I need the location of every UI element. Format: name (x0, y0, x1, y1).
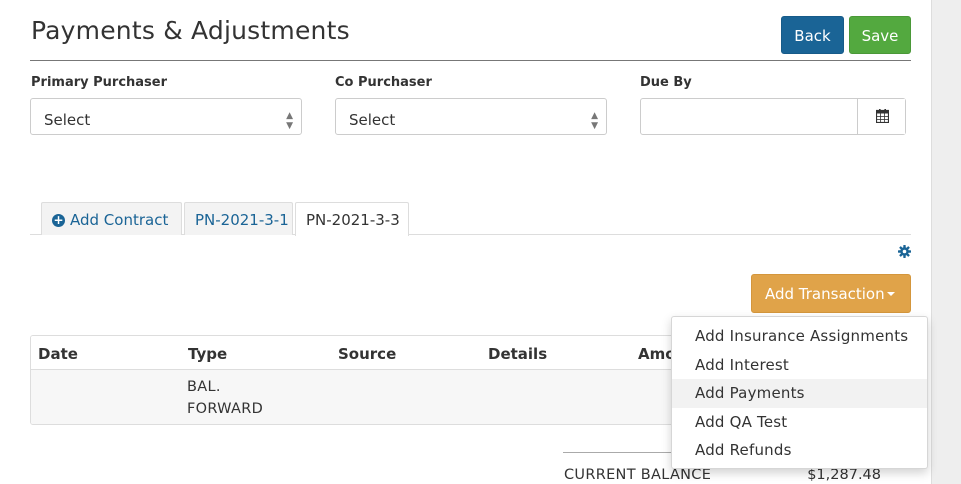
co-purchaser-value: Select (349, 111, 396, 129)
plus-circle-icon: + (52, 213, 65, 227)
primary-purchaser-label: Primary Purchaser (31, 75, 168, 90)
add-transaction-button[interactable]: Add Transaction (751, 274, 911, 313)
main-panel: Payments & Adjustments Back Save Primary… (0, 0, 932, 484)
tab-label: PN-2021-3-1 (195, 211, 289, 229)
tab-label: Add Contract (70, 211, 169, 229)
add-transaction-menu: Add Insurance Assignments Add Interest A… (671, 316, 928, 469)
column-header-details[interactable]: Details (488, 345, 547, 363)
table-header: Date Type Source Details Amo (31, 336, 729, 370)
back-button[interactable]: Back (781, 16, 844, 54)
tab-label: PN-2021-3-3 (306, 211, 400, 229)
transactions-table: Date Type Source Details Amo BAL. FORWAR… (30, 335, 730, 425)
table-row: BAL. FORWARD (31, 370, 729, 424)
title-divider (30, 60, 911, 61)
save-button[interactable]: Save (849, 16, 911, 54)
select-caret-icon: ▲ ▼ (286, 111, 293, 131)
column-header-type[interactable]: Type (188, 345, 227, 363)
menu-item-add-payments[interactable]: Add Payments (672, 379, 927, 408)
column-header-date[interactable]: Date (38, 345, 78, 363)
co-purchaser-label: Co Purchaser (335, 75, 432, 90)
type-cell: BAL. FORWARD (187, 376, 263, 420)
current-balance-value: $1,287.48 (807, 467, 881, 483)
page-title: Payments & Adjustments (31, 16, 350, 45)
type-line-1: BAL. (187, 379, 221, 395)
menu-item-add-interest[interactable]: Add Interest (672, 351, 927, 380)
gear-icon[interactable] (898, 245, 911, 258)
tab-pn-2021-3-1[interactable]: PN-2021-3-1 (184, 202, 293, 235)
column-header-amount[interactable]: Amo (638, 345, 676, 363)
current-balance-label: CURRENT BALANCE (564, 467, 712, 483)
primary-purchaser-select[interactable]: Select ▲ ▼ (30, 98, 302, 135)
primary-purchaser-value: Select (44, 111, 91, 129)
co-purchaser-select[interactable]: Select ▲ ▼ (335, 98, 607, 135)
column-header-source[interactable]: Source (338, 345, 396, 363)
calendar-button[interactable] (857, 99, 905, 134)
menu-item-add-qa-test[interactable]: Add QA Test (672, 408, 927, 437)
due-by-label: Due By (640, 75, 692, 90)
calendar-icon (876, 109, 889, 123)
due-by-field[interactable] (640, 98, 906, 135)
menu-item-add-insurance-assignments[interactable]: Add Insurance Assignments (672, 322, 927, 351)
select-caret-icon: ▲ ▼ (591, 111, 598, 131)
menu-item-add-refunds[interactable]: Add Refunds (672, 436, 927, 465)
tab-pn-2021-3-3[interactable]: PN-2021-3-3 (295, 202, 409, 236)
tab-add-contract[interactable]: + Add Contract (41, 202, 182, 235)
caret-down-icon (886, 292, 895, 296)
type-line-2: FORWARD (187, 401, 264, 417)
add-transaction-label: Add Transaction (765, 285, 885, 303)
